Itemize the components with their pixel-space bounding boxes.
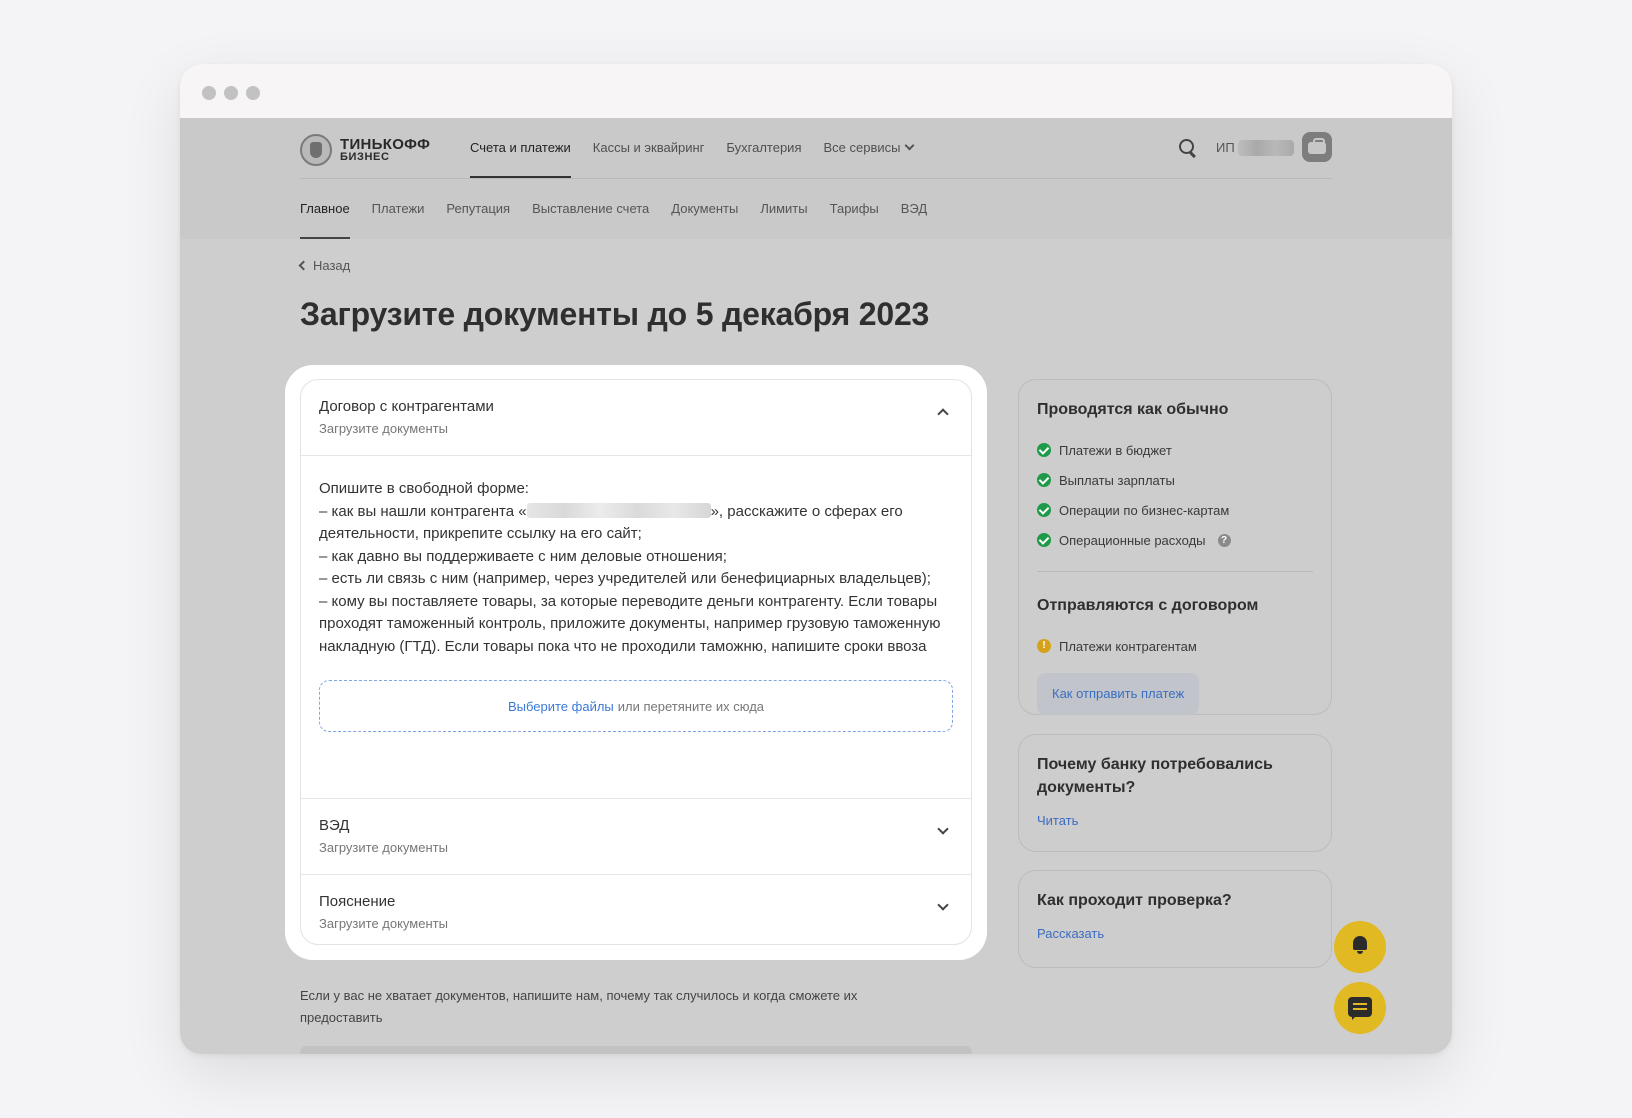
main-nav-all-services[interactable]: Все сервисы [823, 118, 915, 178]
why-documents-card: Почему банку потребовались документы? Чи… [1018, 734, 1332, 852]
file-dropzone[interactable]: Выберите файлы или перетяните их сюда [319, 680, 953, 732]
window-maximize-dot[interactable] [246, 86, 260, 100]
sub-nav-reputation[interactable]: Репутация [446, 179, 510, 239]
card-title: Почему банку потребовались документы? [1037, 756, 1273, 796]
card-divider [1037, 571, 1313, 572]
list-item: Операции по бизнес-картам [1037, 495, 1313, 525]
briefcase-icon[interactable] [1302, 132, 1332, 162]
card-title: Проводятся как обычно [1037, 401, 1229, 418]
instructions-line: – как вы нашли контрагента « [319, 502, 527, 520]
accordion-subtitle: Загрузите документы [319, 916, 448, 931]
sub-nav-documents[interactable]: Документы [671, 179, 738, 239]
window-minimize-dot[interactable] [224, 86, 238, 100]
warning-icon: ! [1037, 639, 1051, 653]
sub-nav-main[interactable]: Главное [300, 179, 350, 239]
chevron-left-icon [298, 260, 309, 271]
accordion-header-explanation[interactable]: Пояснение Загрузите документы [301, 875, 971, 944]
main-nav: Счета и платежи Кассы и эквайринг Бухгал… [470, 118, 915, 178]
main-nav-acquiring[interactable]: Кассы и эквайринг [593, 118, 705, 178]
main-nav-all-services-label: Все сервисы [823, 140, 901, 155]
accordion-title: ВЭД [319, 817, 350, 834]
accordion-title: Договор с контрагентами [319, 398, 494, 415]
chat-icon [1348, 997, 1372, 1020]
list-item-label: Операции по бизнес-картам [1059, 502, 1230, 518]
accordion-title: Пояснение [319, 893, 396, 910]
ok-payments-list: Платежи в бюджет Выплаты зарплаты Операц… [1037, 435, 1313, 555]
list-item: Выплаты зарплаты [1037, 465, 1313, 495]
accordion-subtitle: Загрузите документы [319, 840, 448, 855]
instructions-line: Опишите в свободной форме: [319, 480, 529, 497]
accordion-body-contracts: Опишите в свободной форме: – как вы нашл… [301, 456, 971, 798]
check-circle-icon [1037, 443, 1051, 457]
instructions-line: – как давно вы поддерживаете с ним делов… [319, 547, 727, 565]
choose-files-link[interactable]: Выберите файлы [508, 699, 614, 714]
search-icon[interactable] [1178, 138, 1198, 158]
sub-nav-tariffs[interactable]: Тарифы [830, 179, 879, 239]
counterparty-name-redacted [526, 502, 711, 518]
dropzone-hint: или перетяните их сюда [617, 698, 765, 714]
read-link[interactable]: Читать [1037, 813, 1313, 828]
next-section-edge [300, 1046, 972, 1054]
main-nav-accounts[interactable]: Счета и платежи [470, 118, 571, 178]
back-link[interactable]: Назад [298, 258, 351, 273]
window-titlebar [180, 64, 1452, 118]
chevron-down-icon [905, 140, 915, 151]
list-item: Операционные расходы? [1037, 525, 1313, 555]
window-close-dot[interactable] [202, 86, 216, 100]
sub-nav-invoicing[interactable]: Выставление счета [532, 179, 649, 239]
sub-nav-limits[interactable]: Лимиты [760, 179, 807, 239]
chat-button[interactable] [1334, 982, 1386, 1034]
card-title: Как проходит проверка? [1037, 892, 1232, 909]
bell-icon [1351, 934, 1369, 954]
check-circle-icon [1037, 533, 1051, 547]
accordion-header-contracts[interactable]: Договор с контрагентами Загрузите докуме… [301, 380, 971, 455]
brand-logo[interactable]: ТИНЬКОФФ БИЗНЕС [300, 134, 442, 166]
accordion-header-ved[interactable]: ВЭД Загрузите документы [301, 799, 971, 874]
check-circle-icon [1037, 473, 1051, 487]
brand-subtitle: БИЗНЕС [340, 151, 390, 163]
back-label: Назад [313, 258, 351, 273]
help-icon[interactable]: ? [1217, 533, 1231, 547]
brand-emblem-icon [300, 134, 332, 166]
user-name-redacted[interactable] [1238, 140, 1294, 156]
payments-status-card: Проводятся как обычно Платежи в бюджет В… [1018, 379, 1332, 715]
page-title: Загрузите документы до 5 декабря 2023 [300, 296, 930, 332]
check-process-card: Как проходит проверка? Рассказать [1018, 870, 1332, 968]
user-entity-prefix[interactable]: ИП [1216, 140, 1235, 155]
list-item-label: Выплаты зарплаты [1059, 472, 1175, 488]
tell-more-link[interactable]: Рассказать [1037, 926, 1313, 941]
main-nav-accounting[interactable]: Бухгалтерия [726, 118, 801, 178]
documents-accordion: Договор с контрагентами Загрузите докуме… [300, 379, 972, 945]
instructions-line: – кому вы поставляете товары, за которые… [319, 592, 941, 655]
sub-navigation: Главное Платежи Репутация Выставление сч… [300, 179, 927, 239]
list-item-label: Платежи контрагентам [1059, 638, 1197, 654]
list-item: ! Платежи контрагентам [1037, 631, 1313, 661]
contract-payments-list: ! Платежи контрагентам [1037, 631, 1313, 661]
browser-window: ТИНЬКОФФ БИЗНЕС Счета и платежи Кассы и … [180, 64, 1452, 1054]
sub-nav-ved[interactable]: ВЭД [901, 179, 927, 239]
list-item-label: Платежи в бюджет [1059, 442, 1172, 458]
list-item: Платежи в бюджет [1037, 435, 1313, 465]
accordion-subtitle: Загрузите документы [319, 421, 448, 436]
top-navigation: ТИНЬКОФФ БИЗНЕС Счета и платежи Кассы и … [180, 118, 1452, 178]
list-item-label: Операционные расходы [1059, 532, 1206, 548]
instructions-text: Опишите в свободной форме: – как вы нашл… [319, 478, 953, 658]
how-to-send-payment-button[interactable]: Как отправить платеж [1037, 673, 1200, 715]
card-subtitle: Отправляются с договором [1037, 597, 1259, 614]
sub-nav-payments[interactable]: Платежи [372, 179, 425, 239]
missing-documents-note: Если у вас не хватает документов, напиши… [300, 988, 858, 1025]
check-circle-icon [1037, 503, 1051, 517]
notifications-button[interactable] [1334, 921, 1386, 973]
instructions-line: – есть ли связь с ним (например, через у… [319, 570, 931, 587]
